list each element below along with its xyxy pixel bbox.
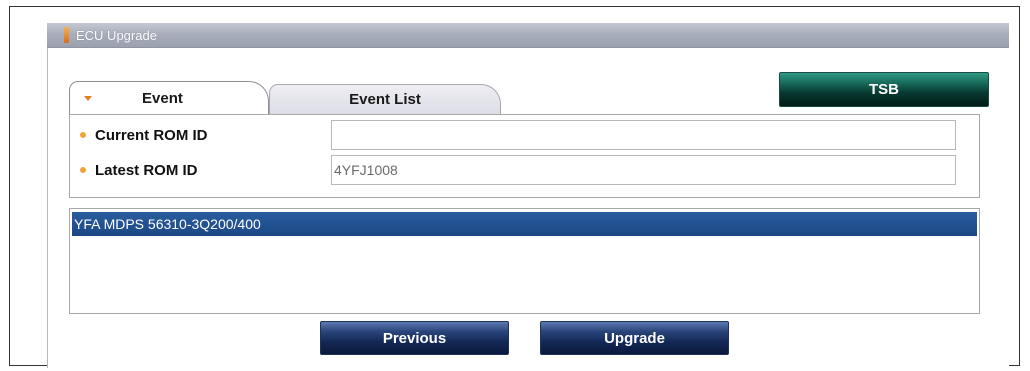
previous-button[interactable]: Previous [320,321,509,355]
ecu-upgrade-dialog: ECU Upgrade Event Event List TSB Current… [47,23,1009,368]
tab-event-label: Event [142,90,183,107]
upgrade-button[interactable]: Upgrade [540,321,729,355]
tab-event[interactable]: Event [69,81,269,114]
bullet-icon [80,167,86,173]
event-list-box[interactable]: YFA MDPS 56310-3Q200/400 [69,208,980,314]
latest-rom-label: Latest ROM ID [95,161,198,179]
tab-event-list[interactable]: Event List [269,84,501,114]
current-rom-field[interactable] [331,120,956,150]
current-rom-row: Current ROM ID [70,120,956,150]
bullet-icon [80,132,86,138]
tab-event-list-label: Event List [349,91,421,108]
title-bar: ECU Upgrade [47,23,1009,48]
current-rom-label: Current ROM ID [95,126,208,144]
window-title: ECU Upgrade [76,27,157,43]
dialog-left-border [47,48,48,368]
latest-rom-row: Latest ROM ID 4YFJ1008 [70,155,956,185]
chevron-down-icon [84,95,92,101]
list-item[interactable]: YFA MDPS 56310-3Q200/400 [72,212,977,236]
tsb-button[interactable]: TSB [779,72,989,107]
window-icon [64,27,69,43]
rom-info-panel: Current ROM ID Latest ROM ID 4YFJ1008 [69,114,980,198]
latest-rom-field[interactable]: 4YFJ1008 [331,155,956,185]
